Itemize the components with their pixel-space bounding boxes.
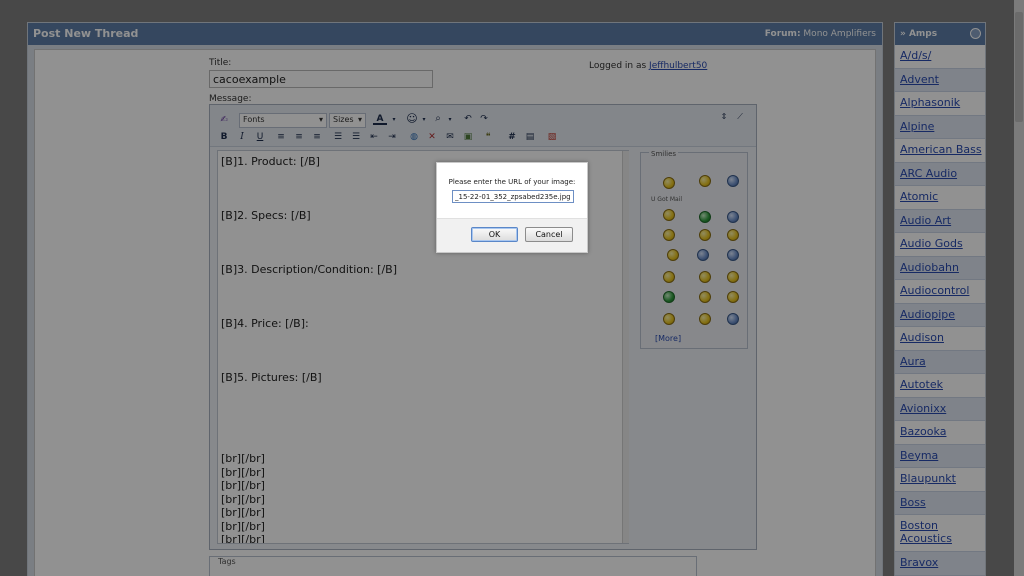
cancel-button[interactable]: Cancel (525, 227, 573, 242)
modal-overlay (0, 0, 1024, 576)
dialog-prompt: Please enter the URL of your image: (448, 178, 576, 186)
page: Post New Thread Forum: Mono Amplifiers T… (0, 0, 1024, 576)
image-url-dialog: Please enter the URL of your image: OK C… (436, 162, 588, 253)
image-url-input[interactable] (452, 190, 574, 203)
ok-button[interactable]: OK (471, 227, 518, 242)
